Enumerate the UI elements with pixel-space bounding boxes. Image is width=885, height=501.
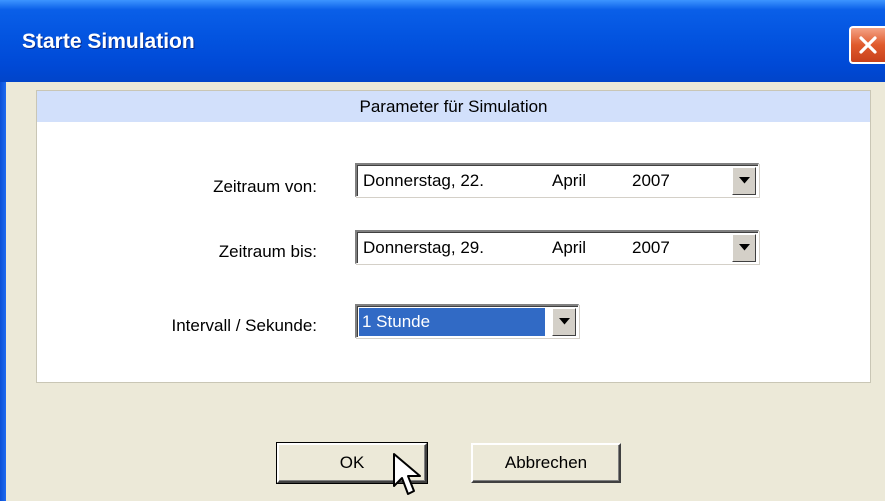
to-date-label: Zeitraum bis: [218,242,317,261]
to-date-picker[interactable]: Donnerstag, 29. April 2007 [355,230,759,264]
interval-label: Intervall / Sekunde: [171,316,317,335]
from-date-label: Zeitraum von: [213,177,317,196]
parameter-panel: Parameter für Simulation Zeitraum von: D… [36,90,871,383]
chevron-down-icon [559,318,570,325]
interval-selected-value: 1 Stunde [359,308,545,336]
to-date-dropdown-button[interactable] [732,234,756,262]
to-month: April [552,238,587,257]
interval-select[interactable]: 1 Stunde [355,304,579,338]
chevron-down-icon [739,244,750,251]
from-weekday: Donnerstag, 22. [363,171,484,190]
from-date-picker[interactable]: Donnerstag, 22. April 2007 [355,163,759,197]
dialog-window: Starte Simulation Parameter für Simulati… [0,0,885,501]
from-date-dropdown-button[interactable] [732,167,756,195]
to-year: 2007 [632,238,670,257]
window-title: Starte Simulation [22,30,195,53]
title-bar[interactable]: Starte Simulation [0,0,885,82]
to-weekday: Donnerstag, 29. [363,238,484,257]
mouse-pointer-icon [393,453,421,495]
panel-header: Parameter für Simulation [37,91,870,122]
from-year: 2007 [632,171,670,190]
from-month: April [552,171,587,190]
window-border-left [0,82,6,501]
cancel-button[interactable]: Abbrechen [471,443,621,483]
chevron-down-icon [739,177,750,184]
interval-dropdown-button[interactable] [552,308,576,336]
close-icon [859,36,877,54]
close-button[interactable] [849,26,885,64]
